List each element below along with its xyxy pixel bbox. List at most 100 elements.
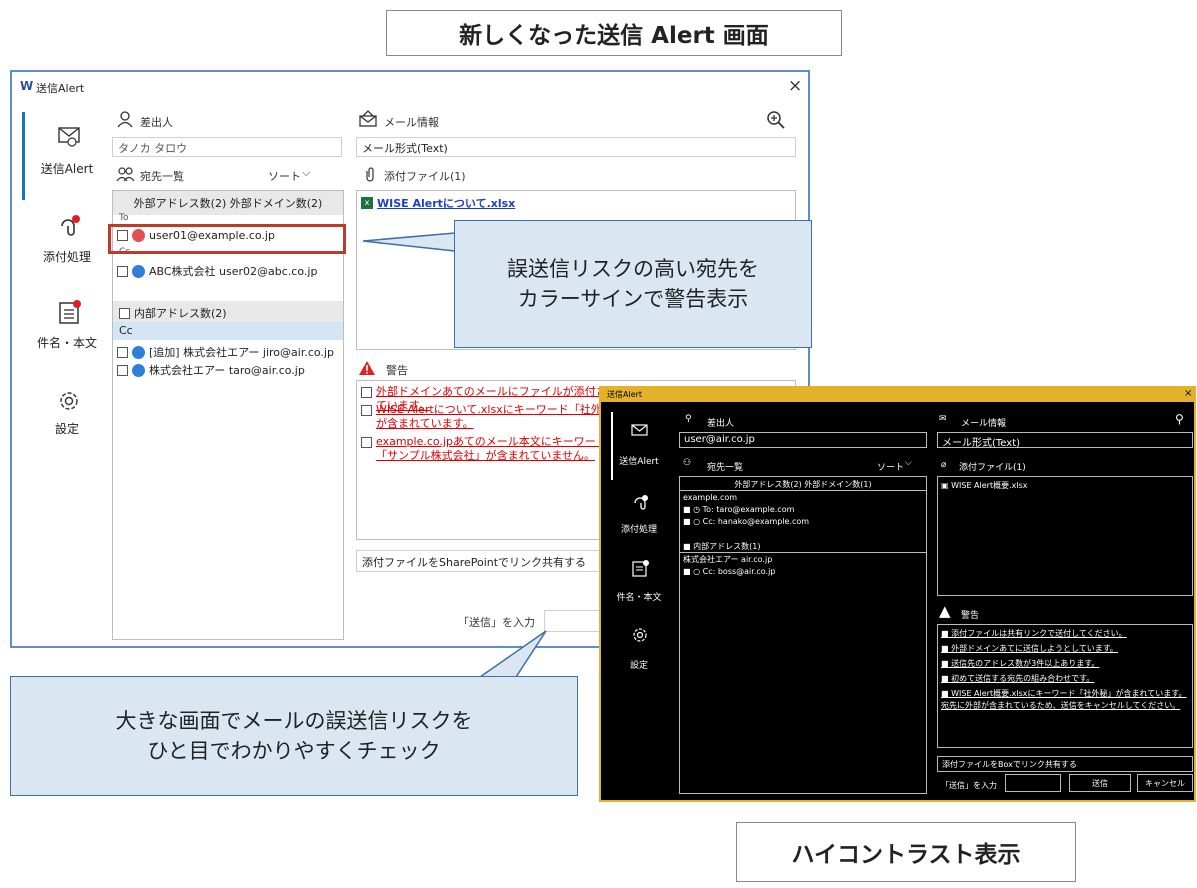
dark-send-input[interactable] (1005, 774, 1061, 792)
dark-external-header: 外部アドレス数(2) 外部ドメイン数(1) (680, 479, 926, 491)
callout-big-line2: ひと目でわかりやすくチェック (147, 739, 441, 763)
dark-cancel-button[interactable]: キャンセル (1137, 774, 1193, 792)
document-icon (632, 560, 649, 577)
dark-nav-send-alert[interactable]: 送信Alert (609, 418, 669, 478)
close-button[interactable]: × (788, 76, 802, 96)
dark-internal-header: ■ 内部アドレス数(1) (680, 541, 926, 553)
paperclip-icon (61, 215, 80, 236)
document-icon (59, 300, 81, 324)
attachment-label: 添付ファイル(1) (384, 170, 466, 183)
warning-text: 初めて送信する宛先の組み合わせです。 (951, 674, 1095, 683)
dark-sender-label: 差出人 (707, 419, 735, 429)
safe-dot-icon (132, 264, 145, 278)
warning-text: example.co.jpあてのメール本文にキーワード「サンプル株式会社」が含ま… (376, 435, 607, 462)
dark-warning-list: ■ 添付ファイルは共有リンクで送付してください。 ■ 外部ドメインあてに送信しよ… (937, 624, 1193, 748)
zoom-out-icon[interactable]: ⚲ (1175, 412, 1184, 426)
dark-send-button[interactable]: 送信 (1069, 774, 1131, 792)
sharepoint-select[interactable]: 添付ファイルをSharePointでリンク共有する (356, 550, 616, 572)
warning-checkbox[interactable] (361, 437, 372, 448)
mail-info-label: メール情報 (384, 116, 439, 129)
paperclip-icon (366, 167, 374, 182)
warning-item[interactable]: example.co.jpあてのメール本文にキーワード「サンプル株式会社」が含ま… (361, 435, 621, 463)
warning-text: WISE Alert概要.xlsxにキーワード「社外秘」が含まれています。宛先に… (941, 689, 1187, 710)
attachment-item[interactable]: x WISE Alertについて.xlsx (361, 195, 515, 211)
dark-mail-info-label: メール情報 (961, 419, 1007, 429)
nav-attachment[interactable]: 添付処理 (22, 212, 112, 282)
warning-text: 添付ファイルは共有リンクで送付してください。 (951, 629, 1127, 638)
dark-attachment-link[interactable]: WISE Alert概要.xlsx (951, 481, 1027, 490)
nav-settings[interactable]: 設定 (22, 386, 112, 456)
dark-recipient-row[interactable]: ■ ○ Cc: boss@air.co.jp (683, 566, 775, 577)
recipients-label: 宛先一覧 (140, 170, 184, 183)
recipient-row[interactable]: 株式会社エアー taro@air.co.jp (117, 362, 305, 378)
risk-highlight-frame (108, 224, 346, 254)
safe-dot-icon (132, 363, 145, 377)
recipient-row[interactable]: ABC株式会社 user02@abc.co.jp (117, 263, 317, 279)
zoom-in-icon[interactable] (766, 110, 786, 130)
people-icon: ⚇ (683, 458, 692, 468)
nav-subject-body[interactable]: 件名・本文 (22, 298, 112, 368)
chevron-down-icon[interactable]: ⌵ (302, 166, 310, 180)
people-icon (116, 167, 135, 182)
gear-icon (633, 628, 647, 642)
recipient-address: Cc: hanako@example.com (702, 517, 810, 526)
warning-label: 警告 (386, 364, 408, 377)
to-label: To (119, 213, 129, 223)
dark-title-bar: 送信Alert × (601, 388, 1194, 402)
dark-nav-label: 設定 (629, 661, 648, 671)
internal-group-checkbox[interactable] (119, 307, 130, 319)
dark-warning-item[interactable]: ■ 添付ファイルは共有リンクで送付してください。 (941, 628, 1189, 640)
warning-text: WISE Alertについて.xlsxにキーワード「社外秘」が含まれています。 (376, 403, 619, 430)
nav-send-alert-label: 送信Alert (40, 162, 94, 176)
dark-nav-label: 添付処理 (620, 525, 657, 535)
dark-send-prompt: 「送信」を入力 (941, 781, 997, 790)
dark-attachment-item[interactable]: ▣ WISE Alert概要.xlsx (941, 480, 1028, 491)
mail-check-icon (58, 127, 80, 147)
nav-send-alert[interactable]: 送信Alert (22, 118, 112, 188)
wise-logo-icon: W (20, 79, 34, 93)
callout-risk-line1: 誤送信リスクの高い宛先を (507, 257, 759, 281)
person-icon: ⚲ (685, 414, 692, 424)
sort-dropdown[interactable]: ソート (268, 168, 301, 184)
warning-item[interactable]: WISE Alertについて.xlsxにキーワード「社外秘」が含まれています。 (361, 403, 621, 431)
dark-window-title: 送信Alert (607, 390, 643, 399)
dark-nav-subject-body[interactable]: 件名・本文 (609, 558, 669, 618)
dark-warning-item[interactable]: ■ WISE Alert概要.xlsxにキーワード「社外秘」が含まれています。宛… (941, 688, 1189, 712)
callout-big-line1: 大きな画面でメールの誤送信リスクを (115, 709, 473, 733)
dark-sender-field: user@air.co.jp (679, 432, 927, 448)
attachment-link[interactable]: WISE Alertについて.xlsx (377, 195, 515, 211)
recipient-checkbox[interactable] (117, 265, 128, 277)
callout-big-screen: 大きな画面でメールの誤送信リスクを ひと目でわかりやすくチェック (10, 676, 578, 796)
dark-internal-domain: 株式会社エアー air.co.jp (683, 555, 773, 564)
title-bar: W 送信Alert × (12, 72, 808, 102)
dark-internal-header-label: 内部アドレス数(1) (693, 542, 761, 551)
chevron-down-icon[interactable]: ⌵ (905, 458, 912, 468)
dark-recipient-row[interactable]: ■ ◷ To: taro@example.com (683, 504, 794, 515)
mail-info-icon: ✉ (939, 414, 947, 424)
warning-checkbox[interactable] (361, 405, 372, 416)
warning-checkbox[interactable] (361, 387, 372, 398)
mail-format-field: メール形式(Text) (356, 137, 796, 157)
heading-new-screen: 新しくなった送信 Alert 画面 (386, 10, 842, 56)
dark-nav-settings[interactable]: 設定 (609, 624, 669, 684)
sender-label: 差出人 (140, 116, 173, 129)
dark-warning-item[interactable]: ■ 外部ドメインあてに送信しようとしています。 (941, 643, 1189, 655)
recipient-checkbox[interactable] (117, 364, 128, 376)
recipient-address: Cc: boss@air.co.jp (702, 567, 776, 576)
mail-check-icon (631, 424, 648, 436)
recipient-row[interactable]: [追加] 株式会社エアー jiro@air.co.jp (117, 344, 334, 360)
dark-box-select[interactable]: 添付ファイルをBoxでリンク共有する (937, 756, 1193, 772)
dark-recipient-row[interactable]: ■ ○ Cc: hanako@example.com (683, 516, 809, 527)
recipient-address: 株式会社エアー taro@air.co.jp (149, 364, 305, 377)
dark-nav-attachment[interactable]: 添付処理 (609, 492, 669, 552)
dark-warning-item[interactable]: ■ 初めて送信する宛先の組み合わせです。 (941, 673, 1189, 685)
recipient-checkbox[interactable] (117, 346, 128, 358)
nav-subject-body-label: 件名・本文 (36, 336, 97, 350)
dark-mail-format-field: メール形式(Text) (937, 432, 1193, 449)
recipient-address: ABC株式会社 user02@abc.co.jp (149, 265, 318, 278)
dark-close-button[interactable]: × (1184, 388, 1192, 399)
recipient-address: To: taro@example.com (702, 505, 795, 514)
dark-sort-dropdown[interactable]: ソート (877, 460, 904, 473)
dark-attachment-label: 添付ファイル(1) (959, 463, 1026, 473)
dark-warning-item[interactable]: ■ 送信先のアドレス数が3件以上あります。 (941, 658, 1189, 670)
